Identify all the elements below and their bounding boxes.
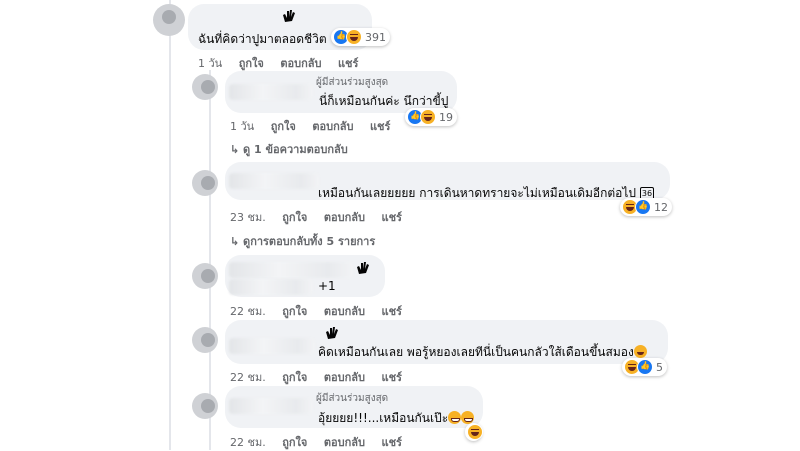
reaction-count: 19: [439, 110, 453, 124]
reply-arrow-icon: ↳: [230, 143, 244, 156]
like-button[interactable]: ถูกใจ: [282, 305, 307, 318]
reply-arrow-icon: ↳: [230, 235, 244, 248]
like-button[interactable]: ถูกใจ: [282, 211, 307, 224]
comment-text: เหมือนกันเลยยยยย การเดินหาดทรายจะไม่เหมื…: [318, 184, 655, 203]
reaction-summary[interactable]: [465, 423, 483, 441]
comment-actions: 22 ชม. ถูกใจ ตอบกลับ แชร์: [230, 368, 415, 386]
wave-hand-icon: [283, 10, 295, 22]
avatar[interactable]: [192, 327, 218, 353]
share-button[interactable]: แชร์: [381, 371, 401, 384]
comment-text: คิดเหมือนกันเลย พอรู้หยองเลยทีนี่เป็นคนก…: [318, 343, 647, 362]
view-replies-link[interactable]: ↳ ดูการตอบกลับทั้ง 5 รายการ: [230, 232, 375, 250]
view-replies-label: ดู 1 ข้อความตอบกลับ: [243, 143, 348, 156]
avatar[interactable]: [153, 4, 185, 36]
comment-actions: 22 ชม. ถูกใจ ตอบกลับ แชร์: [230, 433, 415, 451]
comment-actions: 23 ชม. ถูกใจ ตอบกลับ แชร์: [230, 208, 415, 226]
reaction-summary[interactable]: 19: [405, 108, 457, 126]
like-button[interactable]: ถูกใจ: [239, 57, 264, 70]
avatar[interactable]: [192, 393, 218, 419]
comment-time[interactable]: 1 วัน: [230, 120, 254, 133]
reply-button[interactable]: ตอบกลับ: [280, 57, 321, 70]
avatar[interactable]: [192, 74, 218, 100]
reply-button[interactable]: ตอบกลับ: [312, 120, 353, 133]
reaction-count: 12: [654, 200, 668, 214]
top-fan-badge: ผู้มีส่วนร่วมสูงสุด: [316, 77, 389, 88]
view-replies-label: ดูการตอบกลับทั้ง 5 รายการ: [243, 235, 376, 248]
haha-reaction-icon: [346, 29, 362, 45]
like-button[interactable]: ถูกใจ: [282, 371, 307, 384]
view-replies-link[interactable]: ↳ ดู 1 ข้อความตอบกลับ: [230, 140, 348, 158]
comment-text-body: เหมือนกันเลยยยยย การเดินหาดทรายจะไม่เหมื…: [318, 186, 637, 200]
like-button[interactable]: ถูกใจ: [271, 120, 296, 133]
grin-emoji-icon: [448, 411, 462, 424]
comment-actions: 22 ชม. ถูกใจ ตอบกลับ แชร์: [230, 302, 415, 320]
redacted-name: [229, 279, 313, 295]
comment-time[interactable]: 1 วัน: [198, 57, 222, 70]
reply-button[interactable]: ตอบกลับ: [324, 305, 365, 318]
reaction-summary[interactable]: 5: [622, 358, 667, 376]
avatar[interactable]: [192, 170, 218, 196]
comment-text-body: อุ้ยยยย!!!...เหมือนกันเป๊ะ: [318, 411, 449, 425]
like-reaction-icon: [637, 359, 653, 375]
share-button[interactable]: แชร์: [381, 305, 401, 318]
wave-hand-icon: [357, 262, 369, 274]
comment-time[interactable]: 23 ชม.: [230, 211, 266, 224]
share-button[interactable]: แชร์: [381, 436, 401, 449]
share-button[interactable]: แชร์: [370, 120, 390, 133]
like-button[interactable]: ถูกใจ: [282, 436, 307, 449]
comment-text: ฉันที่คิดว่าปูมาตลอดชีวิต: [198, 32, 327, 46]
comment-time[interactable]: 22 ชม.: [230, 371, 266, 384]
haha-reaction-icon: [420, 109, 436, 125]
redacted-name: [229, 173, 319, 189]
reply-button[interactable]: ตอบกลับ: [324, 436, 365, 449]
reaction-summary[interactable]: 391: [331, 28, 390, 46]
comment-text: อุ้ยยยย!!!...เหมือนกันเป๊ะ: [318, 409, 475, 428]
comment-text: +1: [318, 279, 336, 293]
comment-thread: { "main_comment": { "text": "ฉันที่คิดว่…: [0, 0, 800, 450]
comment-time[interactable]: 22 ชม.: [230, 436, 266, 449]
reply-button[interactable]: ตอบกลับ: [324, 211, 365, 224]
reaction-count: 5: [656, 360, 663, 374]
reply-button[interactable]: ตอบกลับ: [324, 371, 365, 384]
comment-actions: 1 วัน ถูกใจ ตอบกลับ แชร์: [198, 54, 371, 72]
share-button[interactable]: แชร์: [381, 211, 401, 224]
avatar[interactable]: [192, 263, 218, 289]
like-reaction-icon: [635, 199, 651, 215]
comment-time[interactable]: 22 ชม.: [230, 305, 266, 318]
redacted-name: [229, 398, 313, 414]
comment-actions: 1 วัน ถูกใจ ตอบกลับ แชร์: [230, 117, 403, 135]
redacted-name: [229, 338, 315, 354]
wave-hand-icon: [326, 327, 338, 339]
top-fan-badge: ผู้มีส่วนร่วมสูงสุด: [316, 393, 389, 404]
comment-text-body: คิดเหมือนกันเลย พอรู้หยองเลยทีนี่เป็นคนก…: [318, 345, 634, 359]
laughing-emoji-icon: [633, 345, 647, 358]
redacted-name: [229, 262, 353, 278]
redacted-name: [229, 84, 313, 100]
thread-line: [169, 0, 171, 450]
share-button[interactable]: แชร์: [338, 57, 358, 70]
reaction-summary[interactable]: 12: [620, 198, 672, 216]
haha-reaction-icon: [467, 424, 483, 440]
reaction-count: 391: [365, 30, 386, 44]
